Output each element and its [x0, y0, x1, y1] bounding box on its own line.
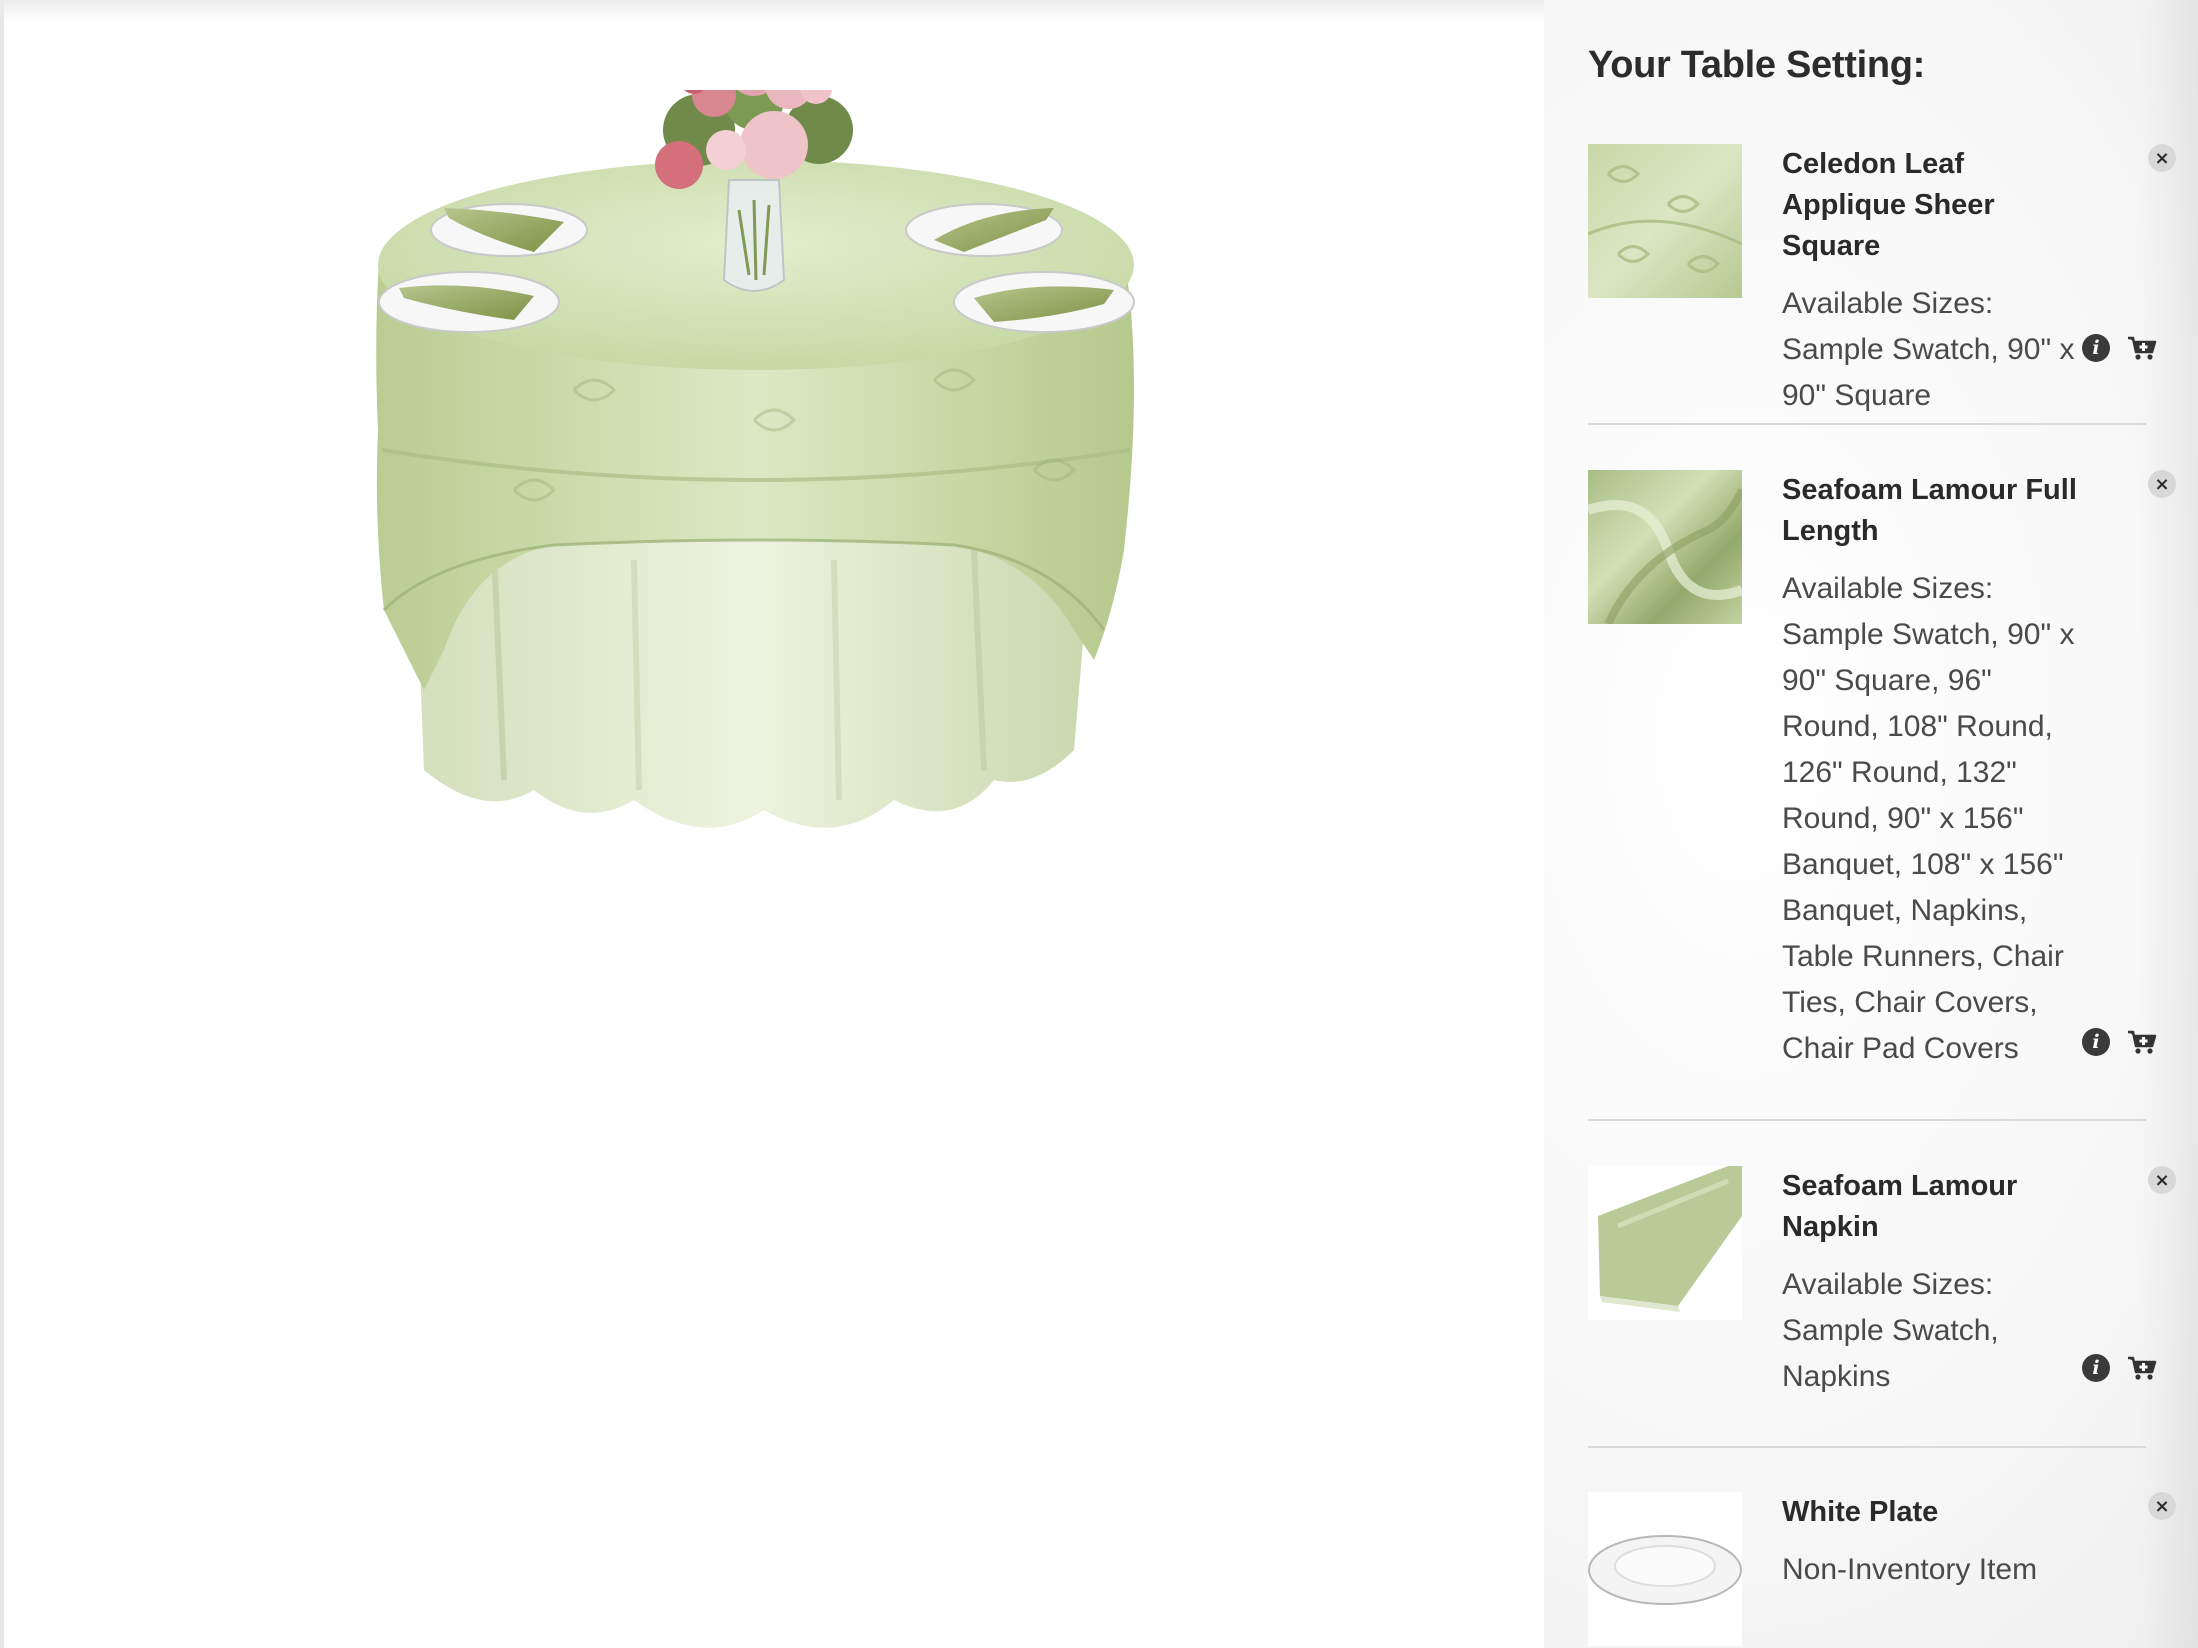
table-setting-image [376, 90, 1135, 828]
remove-item-button[interactable]: × [2148, 1166, 2176, 1194]
table-setting-panel: Your Table Setting: Celedon Leaf Appliqu… [1544, 0, 2198, 1648]
item-name[interactable]: Seafoam Lamour Napkin [1782, 1166, 2082, 1248]
info-icon[interactable]: i [2082, 1354, 2110, 1382]
place-setting-front-right [953, 271, 1135, 333]
info-icon[interactable]: i [2082, 334, 2110, 362]
item-actions: i [2082, 1354, 2158, 1382]
panel-title: Your Table Setting: [1588, 44, 1926, 86]
place-setting-back-left [430, 203, 588, 257]
sheer-fabric-swatch-thumbnail[interactable] [1588, 144, 1742, 298]
place-setting-front-left [378, 271, 560, 333]
available-sizes-label: Available Sizes: [1782, 572, 1994, 605]
remove-item-button[interactable]: × [2148, 470, 2176, 498]
remove-item-button[interactable]: × [2148, 1492, 2176, 1520]
cart-icon[interactable] [2126, 334, 2158, 362]
info-icon[interactable]: i [2082, 1028, 2110, 1056]
available-sizes: Available Sizes: Sample Swatch, 90" x 90… [1782, 566, 2082, 1072]
available-sizes-list: Sample Swatch, 90" x 90" Square [1782, 333, 2075, 412]
place-setting-back-right [905, 203, 1063, 257]
cart-icon[interactable] [2126, 1028, 2158, 1056]
available-sizes: Available Sizes: Sample Swatch, Napkins [1782, 1262, 2082, 1400]
remove-item-button[interactable]: × [2148, 144, 2176, 172]
item-actions: i [2082, 1028, 2158, 1056]
table-preview-stage [4, 0, 1544, 1648]
satin-fabric-swatch-thumbnail[interactable] [1588, 470, 1742, 624]
non-inventory-note: Non-Inventory Item [1782, 1553, 2038, 1586]
folded-napkin-thumbnail[interactable] [1588, 1166, 1742, 1320]
divider [1588, 1446, 2146, 1448]
item-name[interactable]: White Plate [1782, 1492, 2082, 1533]
available-sizes-label: Available Sizes: [1782, 1268, 1994, 1301]
item-actions: i [2082, 334, 2158, 362]
divider [1588, 1119, 2146, 1121]
available-sizes-list: Sample Swatch, 90" x 90" Square, 96" Rou… [1782, 618, 2075, 1065]
item-name[interactable]: Celedon Leaf Applique Sheer Square [1782, 144, 2082, 267]
available-sizes: Available Sizes: Sample Swatch, 90" x 90… [1782, 281, 2082, 419]
cart-icon[interactable] [2126, 1354, 2158, 1382]
item-name[interactable]: Seafoam Lamour Full Length [1782, 470, 2082, 552]
available-sizes-list: Sample Swatch, Napkins [1782, 1314, 1999, 1393]
panel-shade [2138, 0, 2198, 1648]
available-sizes-label: Available Sizes: [1782, 287, 1994, 320]
divider [1588, 423, 2146, 425]
white-plate-thumbnail[interactable] [1588, 1492, 1742, 1646]
